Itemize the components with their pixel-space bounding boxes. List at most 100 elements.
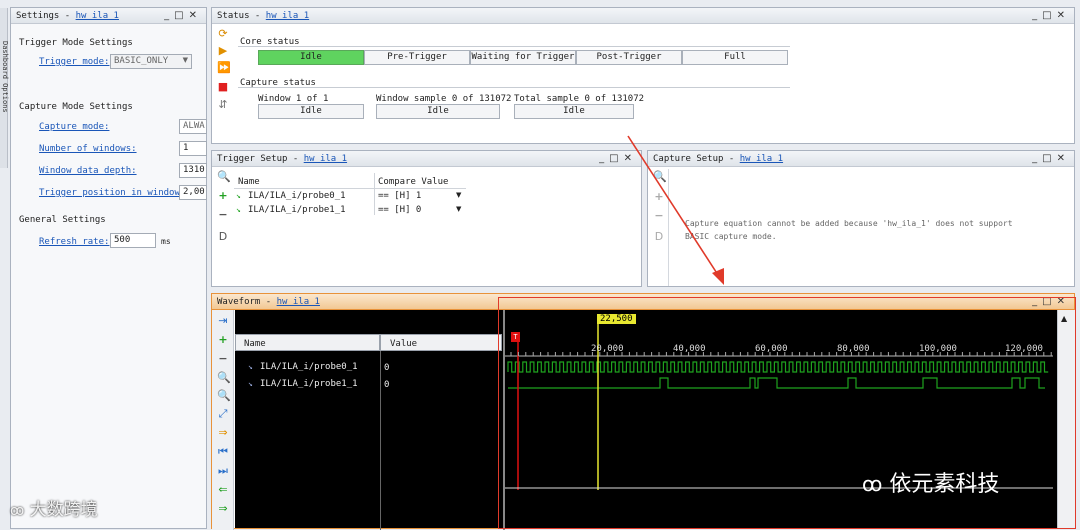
run-trigger-immediate-icon[interactable]: ▶: [217, 45, 229, 57]
zoom-out-icon[interactable]: 🔍: [217, 390, 231, 402]
trigger-row-2[interactable]: ↘ ILA/ILA_i/probe1_1 == [H] 0 ▼: [234, 203, 466, 217]
chevron-down-icon[interactable]: ▼: [456, 205, 461, 213]
core-cell-post-trigger: Post-Trigger: [576, 50, 682, 65]
trigger-probe-name: ILA/ILA_i/probe0_1: [248, 191, 346, 201]
trigger-mode-section: Trigger Mode Settings: [19, 38, 133, 48]
capture-mode-label[interactable]: Capture mode:: [39, 122, 109, 132]
window-depth-input[interactable]: 1310: [179, 163, 207, 178]
signal-row-1[interactable]: ↘ ILA/ILA_i/probe0_1: [248, 362, 358, 372]
expand-icon[interactable]: ⇥: [217, 315, 229, 327]
general-settings-section: General Settings: [19, 215, 106, 225]
trigger-setup-title: Trigger Setup -: [217, 154, 304, 164]
status-title-bar: Status - hw_ila_1 _□✕: [212, 8, 1074, 24]
go-to-start-icon[interactable]: ⏮: [217, 446, 229, 458]
core-status-divider: [238, 46, 790, 47]
waveform-col-name[interactable]: Name: [244, 339, 266, 349]
settings-title-bar: Settings - hw_ila_1 _□✕: [11, 8, 206, 24]
previous-transition-icon[interactable]: ⇐: [217, 484, 229, 496]
num-windows-label[interactable]: Number of windows:: [39, 144, 137, 154]
stop-icon[interactable]: ■: [217, 81, 229, 93]
waveform-ila-link[interactable]: hw_ila_1: [277, 297, 320, 307]
settings-ila-link[interactable]: hw_ila_1: [76, 11, 119, 21]
signal-value: 0: [384, 380, 390, 390]
probe-icon: ↘: [236, 191, 241, 200]
name-value-divider: [380, 351, 381, 530]
status-title: Status -: [217, 11, 266, 21]
run-trigger-icon[interactable]: ⟳: [217, 28, 229, 40]
refresh-rate-unit: ms: [161, 237, 171, 246]
signal-name: ILA/ILA_i/probe0_1: [260, 362, 358, 372]
trigger-row-1[interactable]: ↘ ILA/ILA_i/probe0_1 == [H] 1 ▼: [234, 189, 466, 203]
wechat-icon: ꝏ: [10, 503, 25, 519]
probe-icon: ↘: [236, 205, 241, 214]
watermark-right: ꝏ 依元素科技: [862, 466, 999, 498]
window-state-cell: Idle: [258, 104, 364, 119]
waveform-col-value[interactable]: Value: [390, 339, 417, 349]
watermark-right-text: 依元素科技: [889, 472, 1000, 497]
trigger-col-compare[interactable]: Compare Value: [378, 177, 448, 187]
trigger-mode-select[interactable]: BASIC_ONLY ▼: [110, 54, 192, 69]
window-sample-state-cell: Idle: [376, 104, 500, 119]
capture-status-divider: [238, 87, 790, 88]
trigger-compare-value[interactable]: == [H] 1: [378, 191, 421, 201]
status-panel: Status - hw_ila_1 _□✕ ⟳ ▶ ⏩ ■ ⇵ Core sta…: [211, 7, 1075, 144]
trigger-mode-label[interactable]: Trigger mode:: [39, 57, 109, 67]
auto-retrigger-icon[interactable]: ⏩: [217, 62, 231, 74]
waveform-title: Waveform -: [217, 297, 277, 307]
side-tab-dashboard-options[interactable]: Dashboard Options: [1, 41, 9, 123]
window-count-label: Window 1 of 1: [258, 94, 329, 104]
refresh-rate-label[interactable]: Refresh rate:: [39, 237, 109, 247]
capture-setup-ila-link[interactable]: hw_ila_1: [740, 154, 783, 164]
trigger-setup-ila-link[interactable]: hw_ila_1: [304, 154, 347, 164]
add-probe-icon[interactable]: +: [217, 334, 229, 346]
chevron-down-icon: ▼: [182, 56, 188, 64]
window-depth-label[interactable]: Window data depth:: [39, 166, 137, 176]
total-sample-state-cell: Idle: [514, 104, 634, 119]
watermark-left: ꝏ 大数跨境: [10, 495, 98, 520]
core-cell-idle: Idle: [258, 50, 364, 65]
trigger-probe-name: ILA/ILA_i/probe1_1: [248, 205, 346, 215]
capture-mode-section: Capture Mode Settings: [19, 102, 133, 112]
remove-probe-icon[interactable]: −: [217, 353, 229, 365]
trigger-setup-panel: Trigger Setup - hw_ila_1 _□✕ 🔍 + − D Nam…: [211, 150, 642, 287]
remove-probe-icon[interactable]: −: [217, 209, 229, 221]
search-icon[interactable]: 🔍: [217, 171, 231, 183]
trigger-position-input[interactable]: 2,00: [179, 185, 207, 200]
zoom-fit-icon[interactable]: ⤢: [217, 408, 229, 420]
trigger-col-name[interactable]: Name: [238, 177, 260, 187]
trigger-mode-value: BASIC_ONLY: [114, 56, 169, 66]
core-cell-waiting-for-trigger: Waiting for Trigger: [470, 50, 576, 65]
annotation-arrow: [627, 135, 724, 285]
zoom-in-icon[interactable]: 🔍: [217, 372, 231, 384]
status-window-controls[interactable]: _□✕: [1032, 10, 1070, 21]
wechat-icon: ꝏ: [862, 472, 883, 496]
trigger-position-label[interactable]: Trigger position in window:: [39, 188, 185, 198]
signal-value: 0: [384, 363, 390, 373]
capture-setup-window-controls[interactable]: _□✕: [1032, 153, 1070, 164]
signal-name: ILA/ILA_i/probe1_1: [260, 379, 358, 389]
next-transition-icon[interactable]: ⇒: [217, 503, 229, 515]
settings-window-controls[interactable]: _□✕: [164, 10, 202, 21]
gate-icon[interactable]: D: [217, 231, 229, 243]
num-windows-input[interactable]: 1: [179, 141, 207, 156]
trigger-setup-title-bar: Trigger Setup - hw_ila_1 _□✕: [212, 151, 641, 167]
trigger-compare-value[interactable]: == [H] 0: [378, 205, 421, 215]
core-cell-full: Full: [682, 50, 788, 65]
window-sample-label: Window sample 0 of 131072: [376, 94, 512, 104]
go-to-end-icon[interactable]: ⏭: [217, 465, 229, 477]
total-sample-label: Total sample 0 of 131072: [514, 94, 645, 104]
add-probe-icon[interactable]: +: [217, 190, 229, 202]
core-cell-pre-trigger: Pre-Trigger: [364, 50, 470, 65]
signal-row-2[interactable]: ↘ ILA/ILA_i/probe1_1: [248, 379, 358, 389]
watermark-left-text: 大数跨境: [29, 500, 98, 520]
chevron-down-icon[interactable]: ▼: [456, 191, 461, 199]
settings-title: Settings -: [16, 11, 76, 21]
capture-mode-select[interactable]: ALWA: [179, 119, 207, 134]
status-ila-link[interactable]: hw_ila_1: [266, 11, 309, 21]
export-icon[interactable]: ⇵: [217, 99, 229, 111]
refresh-rate-input[interactable]: 500: [110, 233, 156, 248]
settings-panel: Settings - hw_ila_1 _□✕ Trigger Mode Set…: [10, 7, 207, 529]
go-to-cursor-icon[interactable]: ⇒: [217, 427, 229, 439]
probe-icon: ↘: [248, 379, 253, 388]
probe-icon: ↘: [248, 362, 253, 371]
